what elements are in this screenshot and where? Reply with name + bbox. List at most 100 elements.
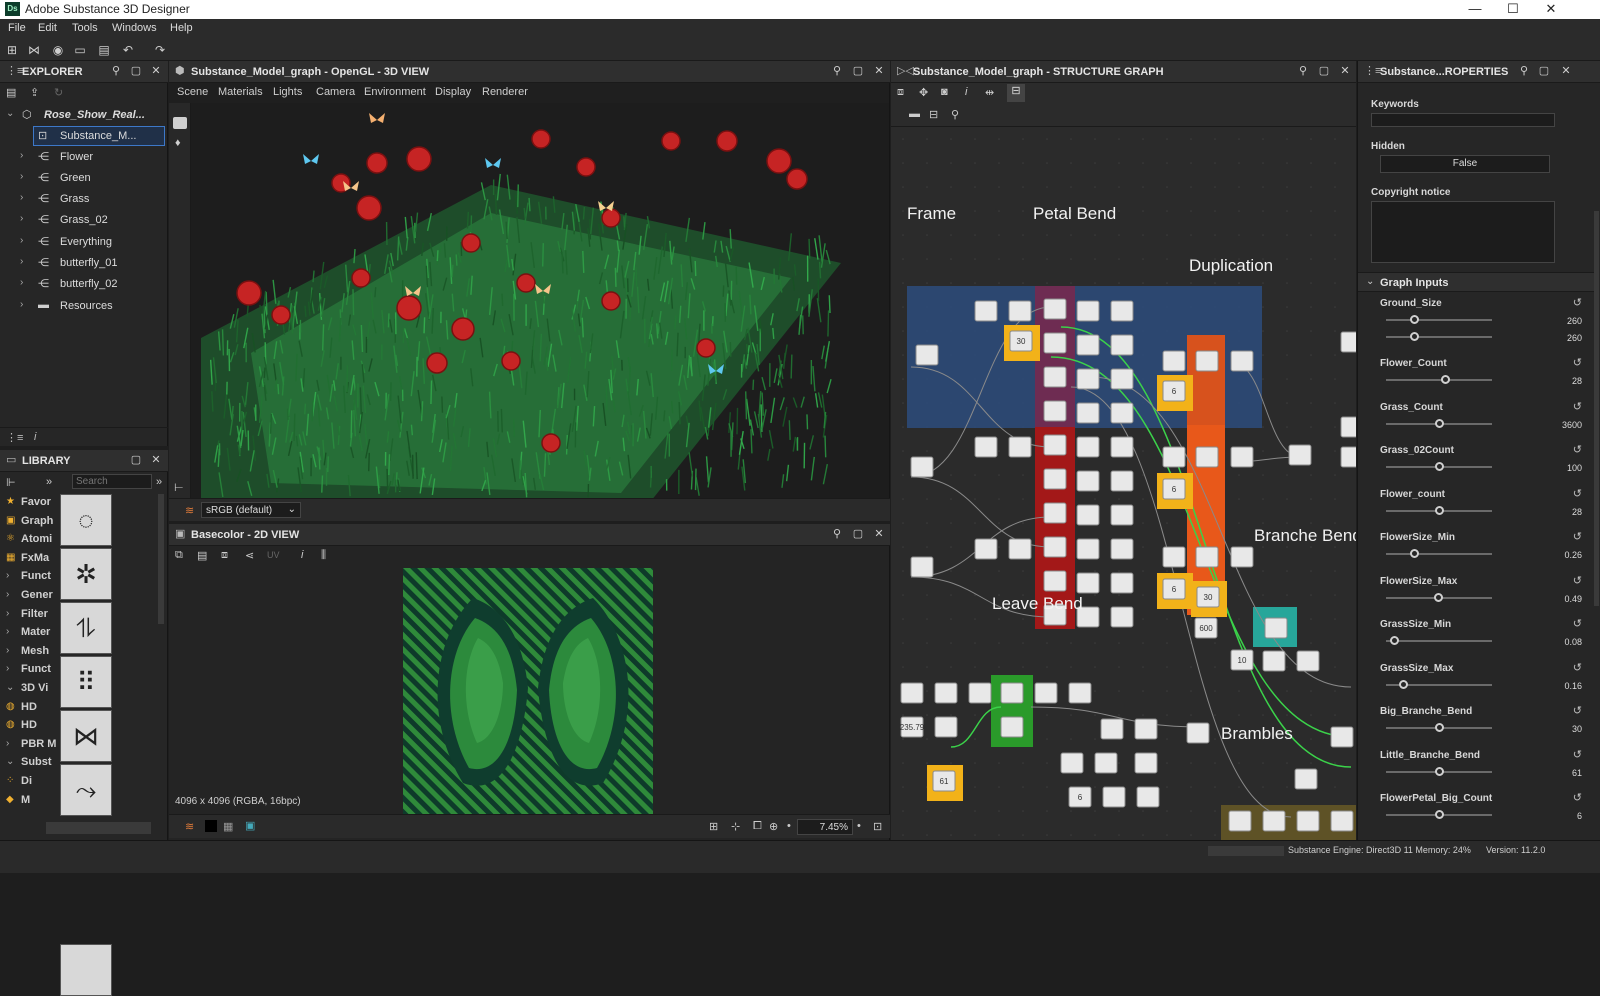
copyright-input[interactable] xyxy=(1371,201,1555,263)
graph-input-value[interactable]: 3600 xyxy=(1562,420,1582,430)
reset-icon[interactable]: ↺ xyxy=(1573,487,1582,500)
frame-label-duplication[interactable]: Duplication xyxy=(1189,256,1273,276)
close-icon[interactable]: ✕ xyxy=(150,454,162,466)
zoom-input[interactable]: 7.45% xyxy=(797,819,853,835)
menu-scene[interactable]: Scene xyxy=(177,86,208,98)
menu-tools[interactable]: Tools xyxy=(72,22,98,34)
reset-icon[interactable]: ↺ xyxy=(1573,530,1582,543)
chevron-down-icon[interactable]: ⌄ xyxy=(6,108,14,119)
menu-help[interactable]: Help xyxy=(170,22,193,34)
info-icon[interactable]: i xyxy=(965,86,967,98)
library-category[interactable]: ›Gener xyxy=(4,587,56,605)
frame-label-frame[interactable]: Frame xyxy=(907,204,956,224)
slider-knob[interactable] xyxy=(1435,462,1444,471)
graph-item-selected[interactable]: ⊡ Substance_M... xyxy=(0,126,168,146)
display-icon[interactable]: ▣ xyxy=(245,819,255,832)
slider-knob[interactable] xyxy=(1435,810,1444,819)
slider-knob[interactable] xyxy=(1434,593,1443,602)
dots-grid-icon[interactable]: ⠿ xyxy=(60,656,112,708)
library-category[interactable]: ◆M xyxy=(4,792,56,810)
copy-image-icon[interactable]: ⧈ xyxy=(221,549,228,562)
library-category[interactable]: ▦FxMa xyxy=(4,550,56,568)
library-category[interactable]: ▣Graph xyxy=(4,513,56,531)
black-bg-icon[interactable] xyxy=(205,820,217,832)
float-icon[interactable]: ▢ xyxy=(852,65,864,77)
circle-node-icon[interactable]: ◌ xyxy=(60,494,112,546)
library-category[interactable]: ›Mater xyxy=(4,624,56,642)
slider-track[interactable] xyxy=(1386,553,1492,555)
graph-input-value[interactable]: 28 xyxy=(1572,507,1582,517)
frame-icon[interactable]: ⊟ xyxy=(929,108,938,121)
slider-knob[interactable] xyxy=(1435,723,1444,732)
3d-viewport[interactable] xyxy=(191,103,889,498)
expand-icon[interactable]: » xyxy=(156,476,162,488)
pin-icon[interactable]: ⚲ xyxy=(1297,65,1309,77)
pin-icon[interactable]: ⚲ xyxy=(831,65,843,77)
info-icon[interactable]: i xyxy=(301,549,303,561)
slider-knob[interactable] xyxy=(1410,332,1419,341)
reset-icon[interactable]: ↺ xyxy=(1573,617,1582,630)
align-icon[interactable]: ⇹ xyxy=(985,86,994,99)
slider-knob[interactable] xyxy=(1441,375,1450,384)
reset-icon[interactable]: ↺ xyxy=(1573,443,1582,456)
close-icon[interactable]: ✕ xyxy=(150,65,162,77)
graph-input-value[interactable]: 61 xyxy=(1572,768,1582,778)
slider-track[interactable] xyxy=(1386,379,1492,381)
save-icon[interactable]: ▤ xyxy=(197,549,207,562)
slider-knob[interactable] xyxy=(1410,549,1419,558)
pivot-icon[interactable]: ⊹ xyxy=(731,820,740,833)
tree-item-flower[interactable]: ›⋲Flower xyxy=(0,147,168,167)
graph-input-value[interactable]: 0.26 xyxy=(1564,550,1582,560)
library-category[interactable]: ⁘Di xyxy=(4,773,56,791)
menu-windows[interactable]: Windows xyxy=(112,22,157,34)
package-item[interactable]: ⌄ ⬡ Rose_Show_Real... xyxy=(0,105,168,125)
reset-icon[interactable]: ↺ xyxy=(1573,748,1582,761)
reset-icon[interactable]: ↺ xyxy=(1573,574,1582,587)
save-icon[interactable]: ▤ xyxy=(96,42,112,58)
graph-input-value[interactable]: 0.16 xyxy=(1564,681,1582,691)
tree-item-grass[interactable]: ›⋲Grass xyxy=(0,189,168,209)
tree-item-grass-02[interactable]: ›⋲Grass_02 xyxy=(0,210,168,230)
pan-icon[interactable]: ✥ xyxy=(919,86,928,99)
share-icon[interactable]: ⋖ xyxy=(245,549,254,562)
library-thumbnail[interactable] xyxy=(60,944,112,996)
close-icon[interactable]: ✕ xyxy=(873,65,885,77)
tree-view-icon[interactable]: ⋮≡ xyxy=(6,431,23,444)
frame-label-petal-bend[interactable]: Petal Bend xyxy=(1033,204,1116,224)
slider-knob[interactable] xyxy=(1435,767,1444,776)
hidden-select[interactable]: False xyxy=(1380,155,1550,173)
graph-inputs-section[interactable]: ⌄ Graph Inputs xyxy=(1358,272,1594,292)
menu-camera[interactable]: Camera xyxy=(316,86,355,98)
slider-track[interactable] xyxy=(1386,336,1492,338)
library-category[interactable]: ›Funct xyxy=(4,568,56,586)
library-search-input[interactable] xyxy=(72,474,152,489)
reset-icon[interactable]: ↺ xyxy=(1573,661,1582,674)
library-category[interactable]: ›Mesh xyxy=(4,643,56,661)
fit-icon[interactable]: ⧠ xyxy=(753,820,762,833)
graph-input-value[interactable]: 0.49 xyxy=(1564,594,1582,604)
slider-knob[interactable] xyxy=(1390,636,1399,645)
checker-icon[interactable]: ▦ xyxy=(223,820,233,833)
uv-toggle[interactable]: UV xyxy=(267,550,280,560)
graph-input-value[interactable]: 6 xyxy=(1577,811,1582,821)
graph-input-value[interactable]: 260 xyxy=(1567,316,1582,326)
curve-icon[interactable]: ⤳ xyxy=(60,764,112,816)
close-button[interactable]: ✕ xyxy=(1532,0,1570,19)
maximize-button[interactable]: ☐ xyxy=(1494,0,1532,19)
graph-input-value[interactable]: 260 xyxy=(1567,333,1582,343)
properties-scrollbar[interactable] xyxy=(1594,211,1599,606)
mirror-icon[interactable]: ⋈ xyxy=(60,710,112,762)
menu-file[interactable]: File xyxy=(8,22,26,34)
menu-materials[interactable]: Materials xyxy=(218,86,263,98)
layout-icon[interactable]: ⊟ xyxy=(1007,84,1025,102)
reset-icon[interactable]: ↺ xyxy=(1573,356,1582,369)
tree-item-green[interactable]: ›⋲Green xyxy=(0,168,168,188)
menu-environment[interactable]: Environment xyxy=(364,86,426,98)
frame-label-brambles[interactable]: Brambles xyxy=(1221,724,1293,744)
library-category[interactable]: ⚛Atomi xyxy=(4,531,56,549)
tree-item-butterfly-01[interactable]: ›⋲butterfly_01 xyxy=(0,253,168,273)
graph-input-value[interactable]: 28 xyxy=(1572,376,1582,386)
float-icon[interactable]: ▢ xyxy=(1318,65,1330,77)
library-category[interactable]: ◍HD xyxy=(4,699,56,717)
histogram-icon[interactable]: ⫼ xyxy=(321,549,326,562)
